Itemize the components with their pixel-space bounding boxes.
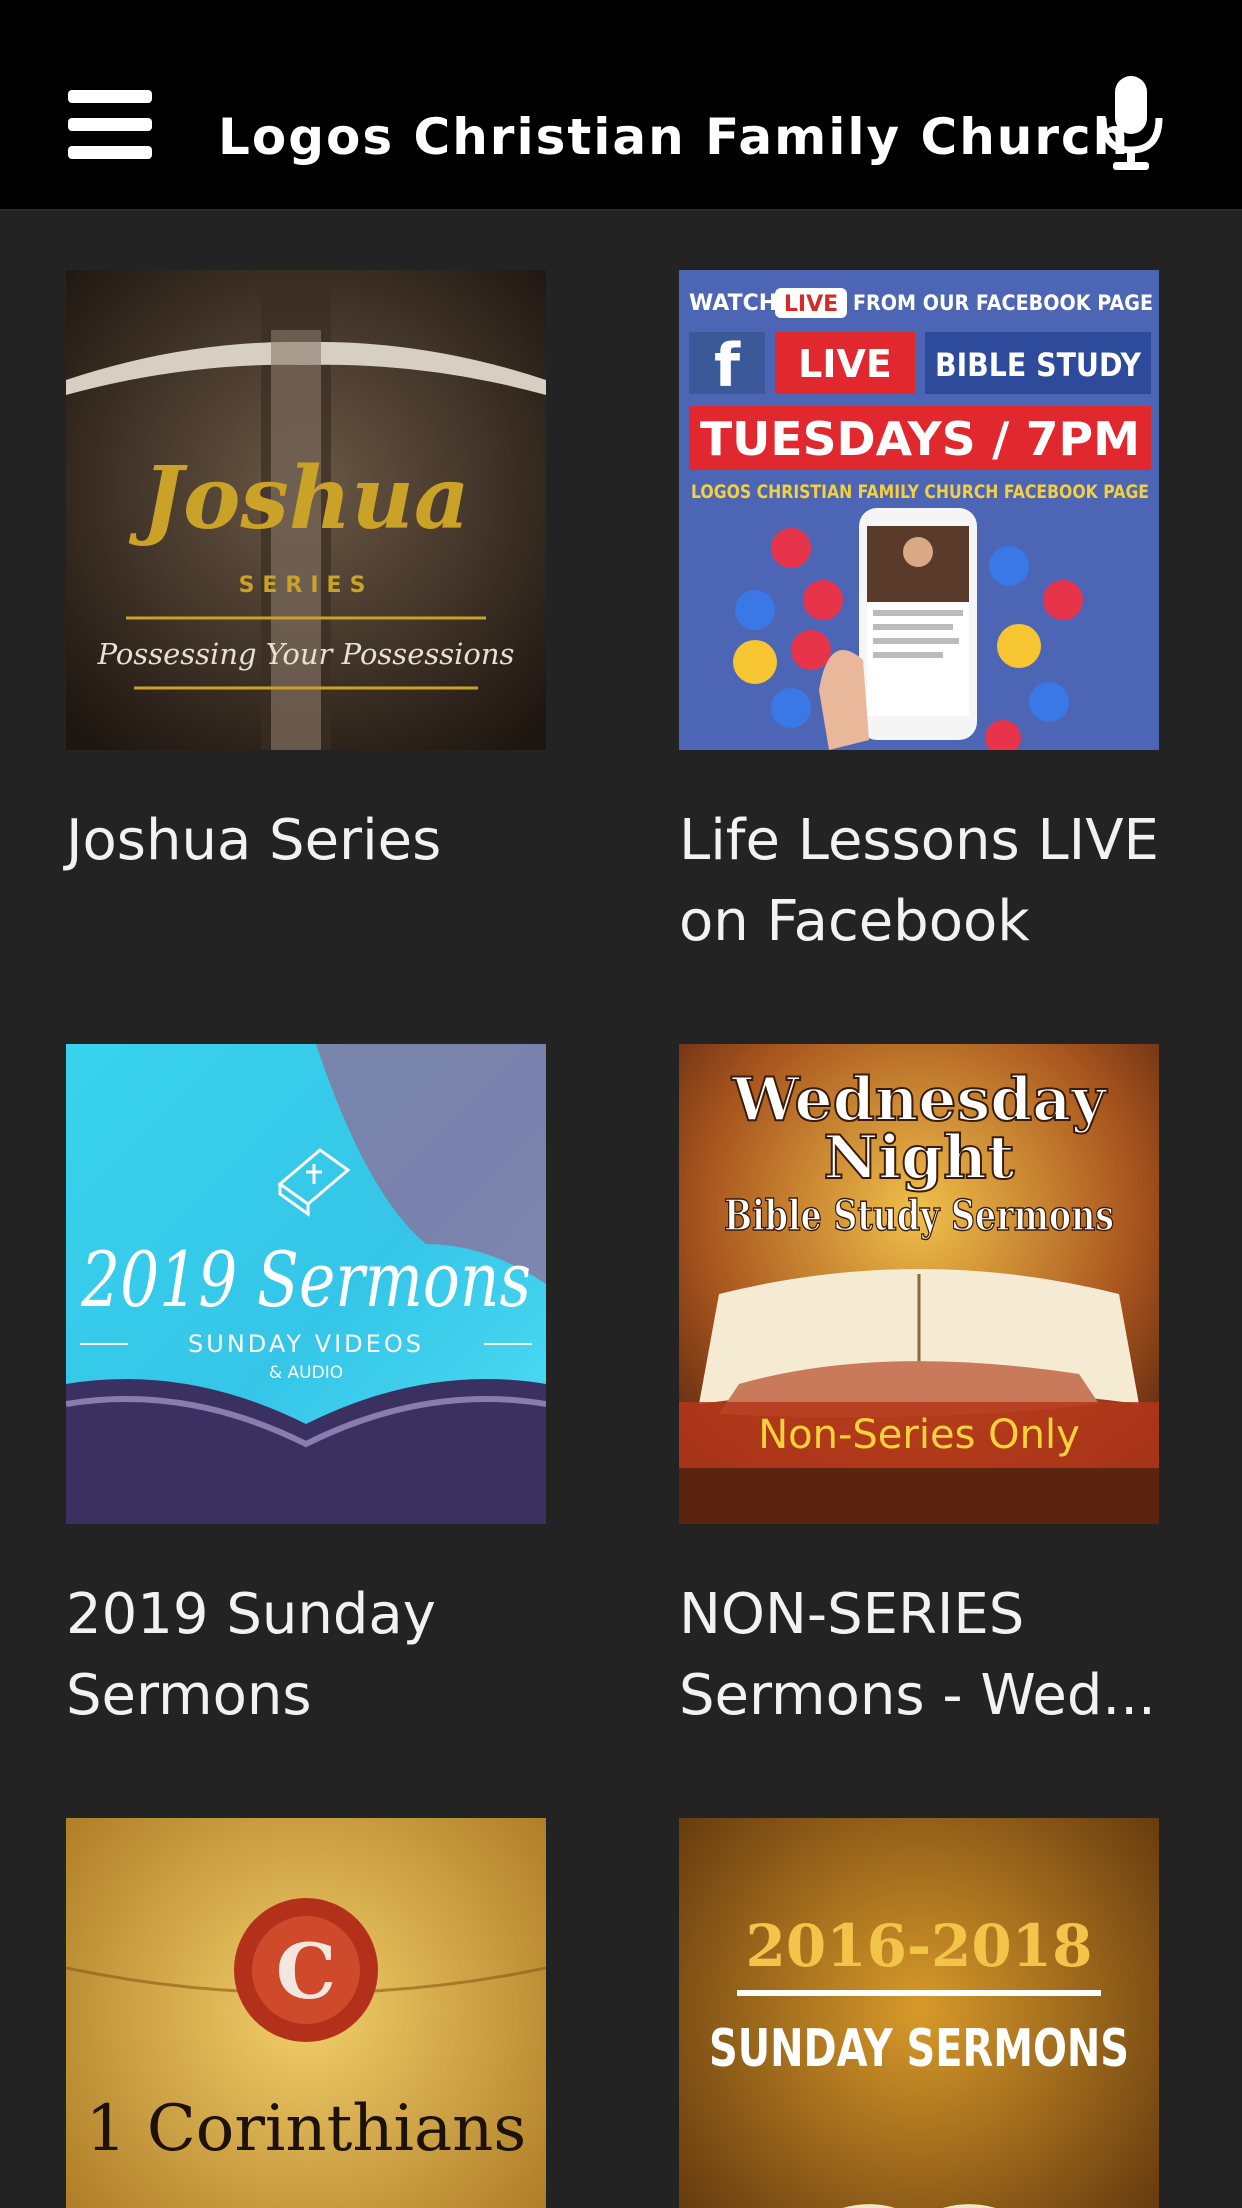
- svg-text:WATCH: WATCH: [689, 291, 777, 316]
- svg-text:f: f: [714, 331, 741, 401]
- svg-text:Joshua: Joshua: [128, 448, 469, 549]
- series-grid: Joshua SERIES Possessing Your Possession…: [0, 211, 1242, 2208]
- series-artwork: 2019 Sermons SUNDAY VIDEOS & AUDIO: [66, 1044, 546, 1524]
- svg-text:Night: Night: [824, 1123, 1015, 1193]
- svg-text:FROM OUR FACEBOOK PAGE: FROM OUR FACEBOOK PAGE: [853, 291, 1153, 315]
- series-title: Joshua Series: [66, 808, 442, 873]
- app-bar: Logos Christian Family Church: [0, 0, 1242, 211]
- series-artwork: C 1 Corinthians: [66, 1818, 546, 2208]
- series-title: Life Lessons LIVE on Facebook: [679, 808, 1159, 954]
- svg-text:Possessing Your Possessions: Possessing Your Possessions: [97, 637, 515, 671]
- svg-text:1 Corinthians: 1 Corinthians: [86, 2092, 526, 2166]
- svg-text:Non-Series Only: Non-Series Only: [758, 1412, 1080, 1458]
- svg-text:& AUDIO: & AUDIO: [269, 1363, 343, 1383]
- svg-text:TUESDAYS / 7PM: TUESDAYS / 7PM: [700, 412, 1140, 466]
- svg-text:SERIES: SERIES: [239, 573, 374, 598]
- svg-text:2016-2018: 2016-2018: [746, 1912, 1093, 1980]
- svg-text:2019 Sermons: 2019 Sermons: [80, 1235, 531, 1324]
- series-artwork: Joshua SERIES Possessing Your Possession…: [66, 270, 546, 750]
- svg-text:C: C: [276, 1927, 337, 2016]
- hamburger-menu-icon[interactable]: [68, 88, 152, 162]
- svg-text:LOGOS CHRISTIAN FAMILY CHURCH: LOGOS CHRISTIAN FAMILY CHURCH FACEBOOK P…: [691, 481, 1149, 503]
- series-artwork: 2016-2018 SUNDAY SERMONS: [679, 1818, 1159, 2208]
- app-title: Logos Christian Family Church: [218, 108, 1131, 166]
- microphone-icon[interactable]: [1097, 74, 1165, 174]
- svg-text:SUNDAY VIDEOS: SUNDAY VIDEOS: [188, 1330, 424, 1358]
- svg-text:LIVE: LIVE: [784, 292, 838, 317]
- svg-text:SUNDAY SERMONS: SUNDAY SERMONS: [709, 2019, 1129, 2079]
- series-artwork: WATCH LIVE FROM OUR FACEBOOK PAGE f LIVE…: [679, 270, 1159, 750]
- series-artwork: Wednesday Night Bible Study Sermons Non-…: [679, 1044, 1159, 1524]
- svg-text:LIVE: LIVE: [798, 342, 892, 386]
- series-title: NON-SERIES Sermons - Wed...: [679, 1582, 1156, 1728]
- svg-text:Bible Study Sermons: Bible Study Sermons: [724, 1191, 1114, 1240]
- svg-text:BIBLE STUDY: BIBLE STUDY: [935, 346, 1142, 384]
- series-title: 2019 Sunday Sermons: [66, 1582, 436, 1728]
